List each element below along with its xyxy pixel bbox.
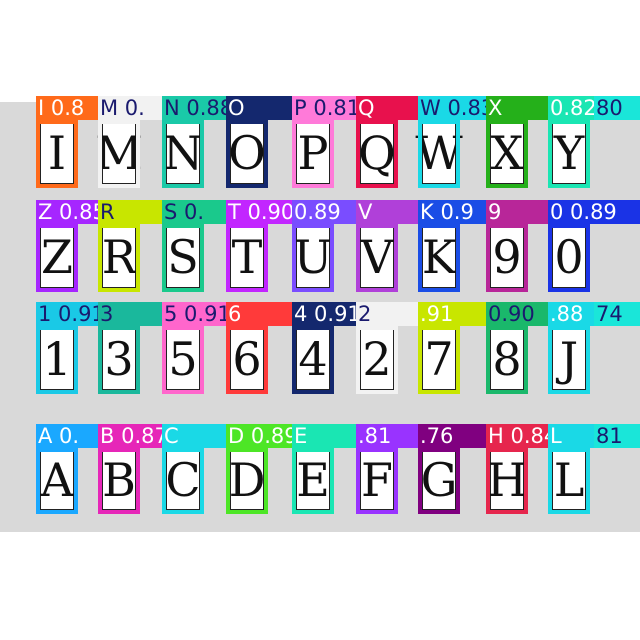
detection-label: A 0.	[36, 424, 98, 448]
bounding-box	[36, 224, 78, 292]
bounding-box	[292, 224, 334, 292]
bounding-box	[292, 120, 334, 188]
bounding-box	[356, 224, 398, 292]
detection-label: 80	[594, 96, 640, 120]
detection-label: .81	[356, 424, 418, 448]
bounding-box	[226, 224, 268, 292]
bounding-box	[486, 224, 528, 292]
detection-label: D 0.89	[226, 424, 292, 448]
detection-label: I 0.8	[36, 96, 98, 120]
bounding-box	[162, 120, 204, 188]
bounding-box	[292, 326, 334, 394]
bounding-box	[418, 120, 460, 188]
detection-label: S 0.	[162, 200, 226, 224]
detection-label: C	[162, 424, 226, 448]
bounding-box	[98, 326, 140, 394]
detection-label: Q	[356, 96, 418, 120]
bounding-box	[98, 448, 140, 514]
detection-label: T 0.90	[226, 200, 292, 224]
detection-label: 81	[594, 424, 640, 448]
bounding-box	[36, 448, 78, 514]
detection-label: 6	[226, 302, 292, 326]
bounding-box	[418, 224, 460, 292]
detection-label: 74	[594, 302, 640, 326]
detection-label: H 0.84	[486, 424, 548, 448]
detection-label: R	[98, 200, 162, 224]
bounding-box	[486, 448, 528, 514]
detection-label: 3	[98, 302, 162, 326]
detection-label: N 0.88	[162, 96, 226, 120]
detection-label: 0 0.89	[548, 200, 640, 224]
detection-label: .91	[418, 302, 486, 326]
detection-label: Z 0.85	[36, 200, 98, 224]
detection-label: 1 0.91	[36, 302, 98, 326]
bounding-box	[162, 224, 204, 292]
bounding-box	[226, 326, 268, 394]
bounding-box	[36, 120, 78, 188]
detection-label: X	[486, 96, 548, 120]
detection-label: 9	[486, 200, 548, 224]
detection-label: P 0.81	[292, 96, 356, 120]
detection-canvas: II 0.8MM 0.NN 0.88OOPP 0.81QQWW 0.83XXY0…	[0, 0, 640, 640]
bounding-box	[98, 120, 140, 188]
detection-label: 2	[356, 302, 418, 326]
bounding-box	[486, 120, 528, 188]
detection-label: 0.89	[292, 200, 356, 224]
detection-label: .76	[418, 424, 486, 448]
bounding-box	[548, 224, 590, 292]
detection-label: V	[356, 200, 418, 224]
bounding-box	[292, 448, 334, 514]
bounding-box	[356, 326, 398, 394]
detection-label: W 0.83	[418, 96, 486, 120]
bounding-box	[98, 224, 140, 292]
bounding-box	[418, 326, 460, 394]
detection-label: B 0.87	[98, 424, 162, 448]
bounding-box	[356, 120, 398, 188]
bounding-box	[486, 326, 528, 394]
bounding-box	[162, 448, 204, 514]
bounding-box	[548, 120, 590, 188]
bounding-box	[356, 448, 398, 514]
detection-label: 5 0.91	[162, 302, 226, 326]
bounding-box	[226, 120, 268, 188]
bounding-box	[548, 448, 590, 514]
bounding-box	[226, 448, 268, 514]
bounding-box	[418, 448, 460, 514]
detection-label: O	[226, 96, 292, 120]
bounding-box	[36, 326, 78, 394]
detection-label: 4 0.91	[292, 302, 356, 326]
detection-label: K 0.9	[418, 200, 486, 224]
bounding-box	[548, 326, 590, 394]
detection-label: E	[292, 424, 356, 448]
detection-label: 0.90	[486, 302, 548, 326]
bounding-box	[162, 326, 204, 394]
detection-label: M 0.	[98, 96, 162, 120]
